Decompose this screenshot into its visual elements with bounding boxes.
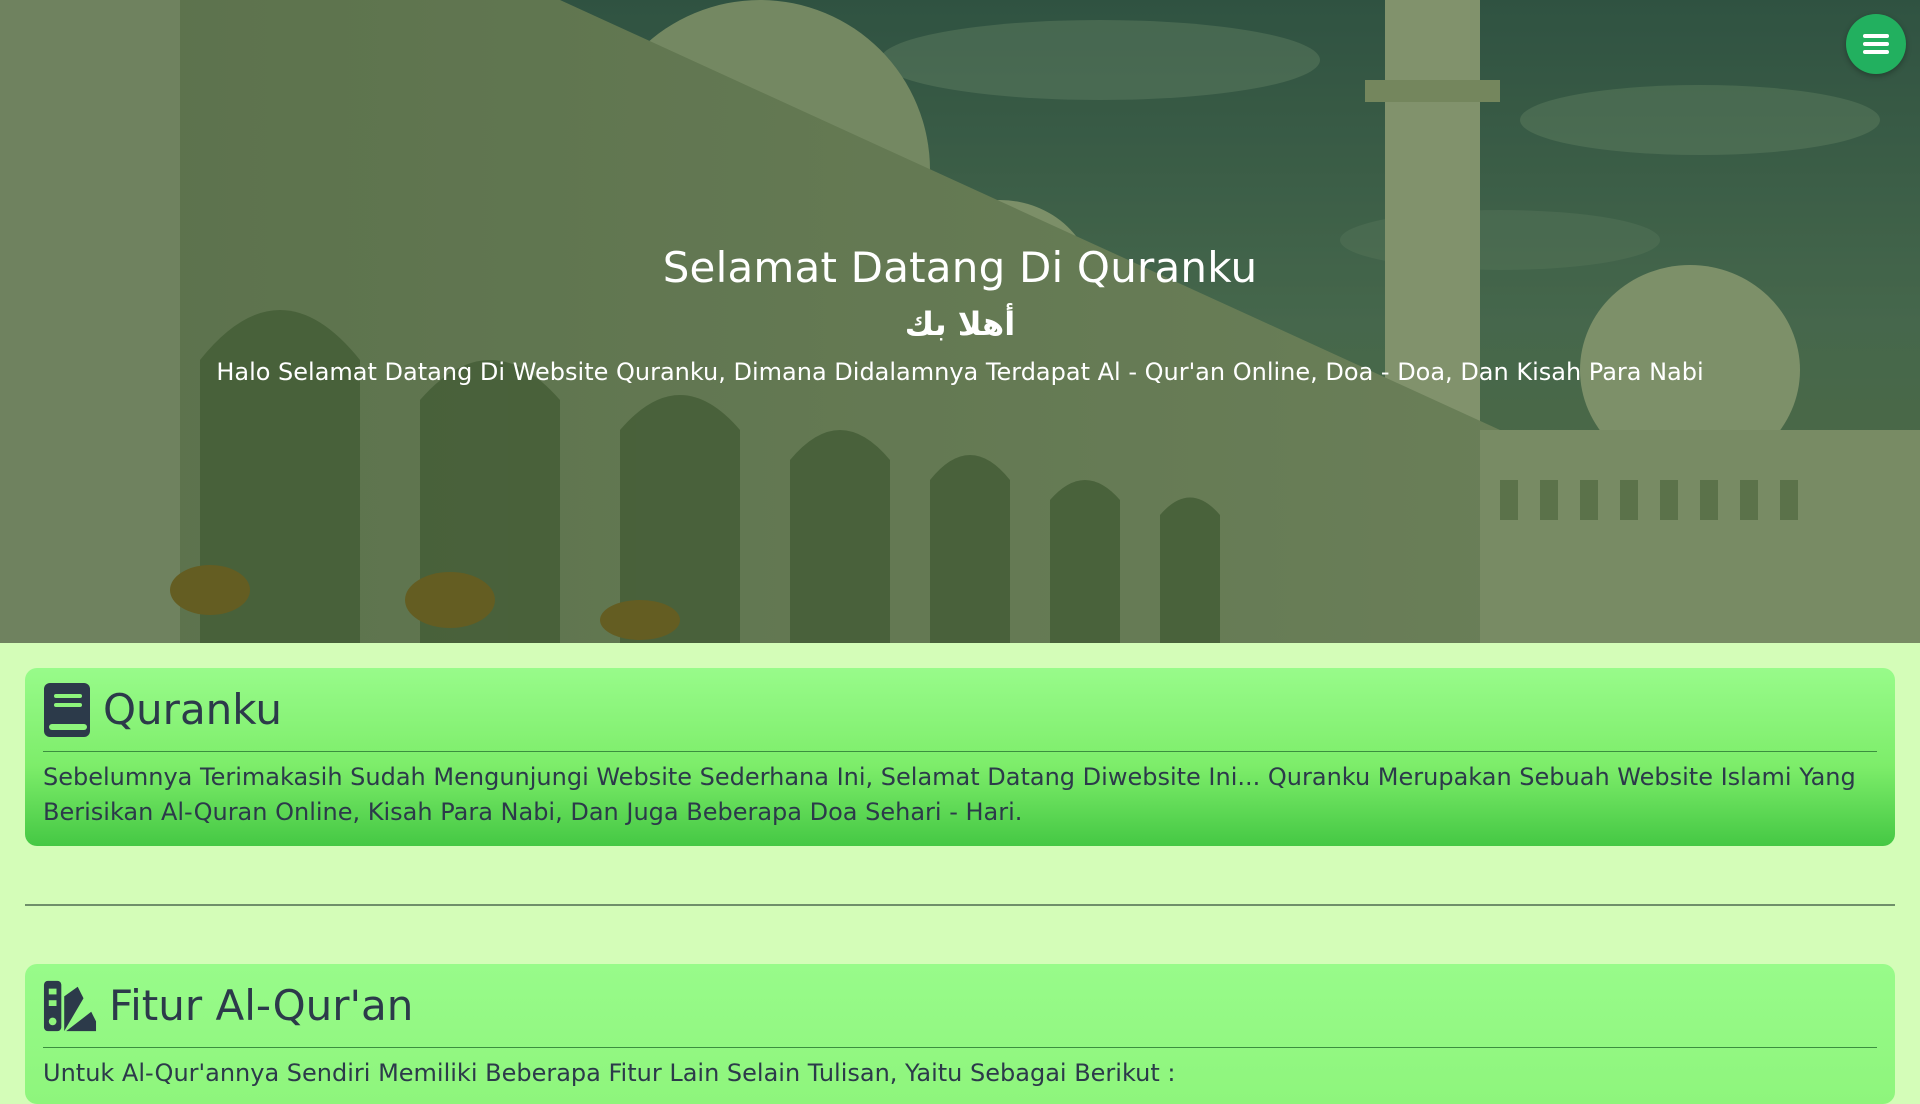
card-header: Fitur Al-Qur'an bbox=[43, 964, 1877, 1048]
section-divider bbox=[25, 904, 1895, 906]
book-icon bbox=[44, 682, 90, 737]
features-card: Fitur Al-Qur'an Untuk Al-Qur'annya Sendi… bbox=[25, 964, 1895, 1104]
hero-title: Selamat Datang Di Quranku bbox=[662, 243, 1258, 292]
card-header: Quranku bbox=[43, 668, 1877, 752]
hero-arabic-greeting: أهلا بك bbox=[904, 305, 1016, 343]
menu-button[interactable] bbox=[1846, 14, 1906, 74]
card-body: Untuk Al-Qur'annya Sendiri Memiliki Bebe… bbox=[43, 1059, 1176, 1087]
hero-text: Selamat Datang Di Quranku أهلا بك Halo S… bbox=[0, 240, 1920, 390]
card-title: Fitur Al-Qur'an bbox=[109, 981, 414, 1030]
hero-subtitle: Halo Selamat Datang Di Website Quranku, … bbox=[216, 358, 1704, 386]
card-body: Sebelumnya Terimakasih Sudah Mengunjungi… bbox=[43, 763, 1856, 826]
card-title: Quranku bbox=[103, 685, 282, 734]
hamburger-menu-icon bbox=[1863, 34, 1889, 54]
hero-banner: Selamat Datang Di Quranku أهلا بك Halo S… bbox=[0, 0, 1920, 643]
swatchbook-icon bbox=[43, 980, 97, 1031]
about-card: Quranku Sebelumnya Terimakasih Sudah Men… bbox=[25, 668, 1895, 846]
